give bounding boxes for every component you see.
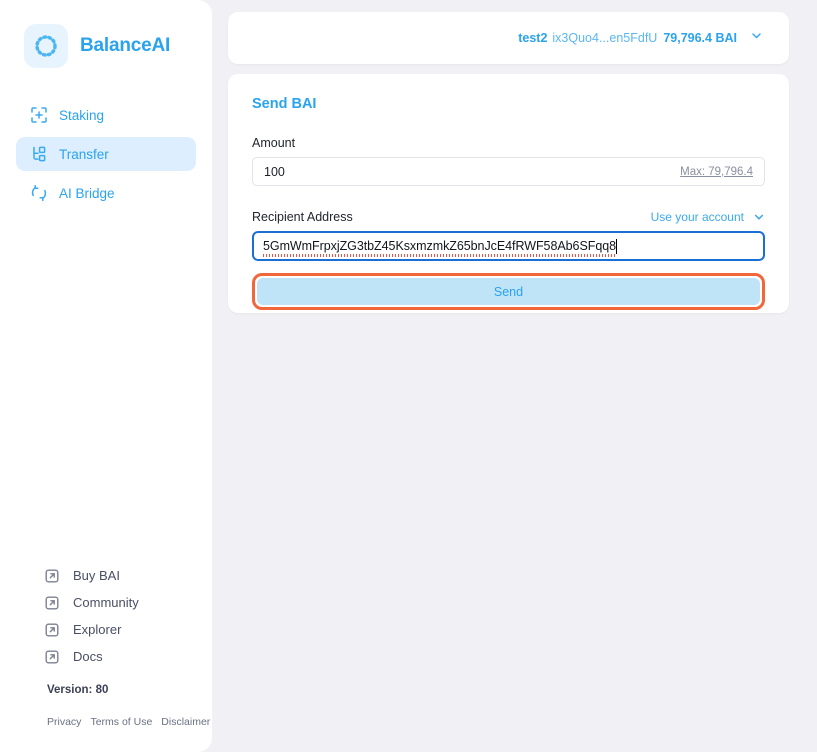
recipient-label-row: Recipient Address Use your account [252,210,765,224]
account-balance: 79,796.4 BAI [663,31,737,45]
version-label: Version: 80 [47,684,109,696]
recipient-label: Recipient Address [252,210,353,224]
recipient-address-input[interactable]: 5GmWmFrpxjZG3tbZ45KsxmzmkZ65bnJcE4fRWF58… [252,231,765,261]
use-your-account-label: Use your account [650,210,744,224]
main-content: test2 ix3Quo4...en5FdfU 79,796.4 BAI Sen… [212,0,817,752]
amount-input[interactable]: 100 Max: 79,796.4 [252,157,765,186]
use-your-account-dropdown[interactable]: Use your account [651,210,765,224]
sidebar: BalanceAI Staking Transfer AI Bridge Buy… [0,0,212,752]
account-address: ix3Quo4...en5FdfU [552,31,658,45]
sidebar-item-label: Transfer [59,146,109,162]
amount-label-row: Amount [252,136,765,150]
external-link-buy-bai[interactable]: Buy BAI [44,562,212,589]
send-panel: Send BAI Amount 100 Max: 79,796.4 Recipi… [228,74,789,313]
dotted-circle-logo-icon [24,24,68,68]
page-title: Send BAI [252,96,317,112]
external-link-label: Explorer [73,622,122,637]
max-amount-link[interactable]: Max: 79,796.4 [680,166,753,178]
legal-links: Privacy Terms of Use Disclaimer [0,696,212,752]
transfer-node-icon [30,145,48,163]
external-link-icon [44,649,60,665]
sidebar-item-staking[interactable]: Staking [16,98,196,132]
external-link-icon [44,568,60,584]
bridge-refresh-icon [30,184,48,202]
send-button-highlight: Send [252,273,765,310]
sidebar-item-transfer[interactable]: Transfer [16,137,196,171]
sidebar-external-links: Buy BAI Community Explorer Docs [0,562,212,670]
account-selector[interactable]: test2 ix3Quo4...en5FdfU 79,796.4 BAI [228,12,789,64]
send-button[interactable]: Send [257,278,760,305]
legal-link-terms[interactable]: Terms of Use [90,716,152,728]
amount-label: Amount [252,136,296,150]
external-link-label: Buy BAI [73,568,120,583]
legal-link-disclaimer[interactable]: Disclaimer [161,716,210,728]
sidebar-item-ai-bridge[interactable]: AI Bridge [16,176,196,210]
external-link-community[interactable]: Community [44,589,212,616]
external-link-label: Community [73,595,139,610]
sidebar-nav: Staking Transfer AI Bridge [0,98,212,215]
legal-link-privacy[interactable]: Privacy [47,716,81,728]
external-link-icon [44,622,60,638]
external-link-docs[interactable]: Docs [44,643,212,670]
external-link-icon [44,595,60,611]
amount-input-value: 100 [264,164,285,179]
chevron-down-icon [750,29,763,47]
sidebar-item-label: Staking [59,107,105,123]
brand: BalanceAI [0,0,212,68]
external-link-label: Docs [73,649,103,664]
chevron-down-icon [753,211,765,223]
text-caret [616,238,618,254]
recipient-address-value: 5GmWmFrpxjZG3tbZ45KsxmzmkZ65bnJcE4fRWF58… [263,239,617,257]
brand-name: BalanceAI [80,35,171,56]
staking-plus-icon [30,106,48,124]
external-link-explorer[interactable]: Explorer [44,616,212,643]
account-name: test2 [518,31,548,45]
sidebar-item-label: AI Bridge [59,185,115,201]
